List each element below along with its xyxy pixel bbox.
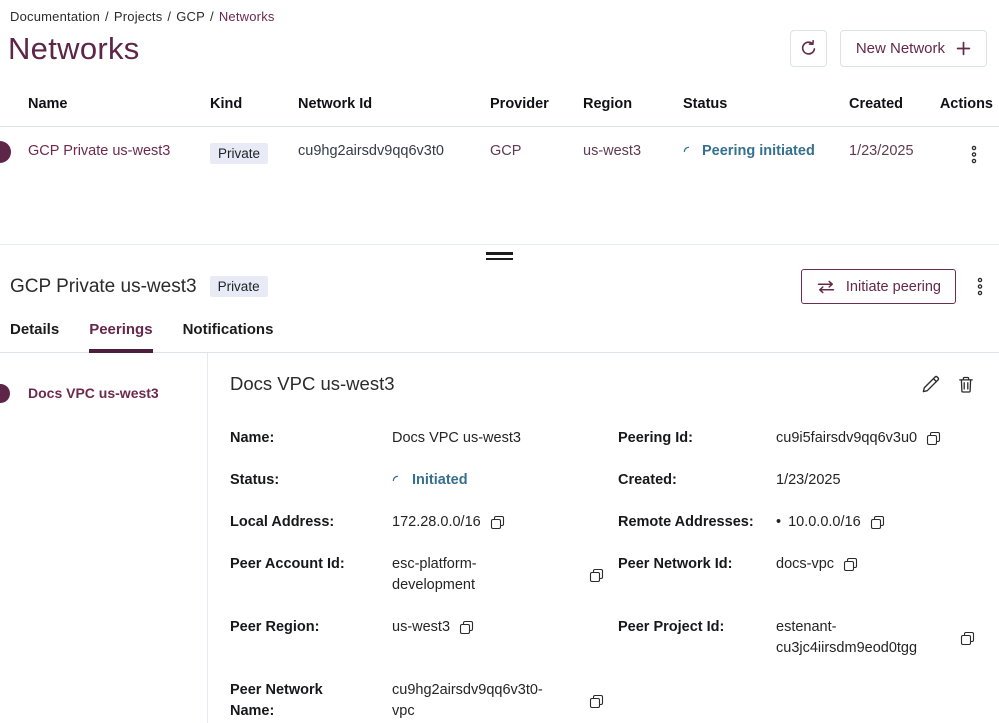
- column-header-name: Name: [0, 88, 210, 127]
- field-label-name: Name:: [230, 428, 392, 449]
- breadcrumb-separator: /: [210, 9, 214, 24]
- copy-icon[interactable]: [589, 568, 604, 583]
- field-label-peer-region: Peer Region:: [230, 617, 392, 638]
- breadcrumb: Documentation / Projects / GCP / Networks: [0, 0, 999, 24]
- column-header-actions: Actions: [939, 88, 999, 127]
- network-type-icon: [0, 141, 11, 163]
- copy-icon[interactable]: [589, 694, 604, 709]
- copy-icon[interactable]: [926, 431, 941, 446]
- status-text: Peering initiated: [702, 143, 815, 159]
- delete-button[interactable]: [956, 374, 976, 395]
- column-header-region: Region: [583, 88, 683, 127]
- field-value-local-address: 172.28.0.0/16: [392, 512, 618, 533]
- kind-badge: Private: [210, 143, 268, 164]
- field-label-peer-network-id: Peer Network Id:: [618, 554, 776, 575]
- copy-icon[interactable]: [870, 515, 885, 530]
- field-value-peer-network-name: cu9hg2airsdv9qq6v3t0-vpc: [392, 680, 618, 722]
- network-kind-cell: Private: [210, 127, 298, 169]
- field-value-peering-id: cu9i5fairsdv9qq6v3u0: [776, 428, 989, 449]
- field-label-peer-project-id: Peer Project Id:: [618, 617, 776, 638]
- field-value-name: Docs VPC us-west3: [392, 428, 618, 449]
- detail-tabs: Details Peerings Notifications: [0, 321, 999, 353]
- peering-detail-panel: Docs VPC us-west3: [208, 353, 999, 723]
- status-cell: Peering initiated: [683, 127, 849, 169]
- table-row: GCP Private us-west3 Private cu9hg2airsd…: [0, 127, 999, 169]
- breadcrumb-current-networks: Networks: [219, 9, 275, 24]
- swap-arrows-icon: [816, 280, 836, 294]
- refresh-icon: [799, 39, 818, 58]
- copy-icon[interactable]: [960, 631, 975, 646]
- detail-kind-badge: Private: [210, 276, 268, 297]
- table-header-row: Name Kind Network Id Provider Region Sta…: [0, 88, 999, 127]
- edit-button[interactable]: [920, 374, 941, 395]
- field-value-status: Initiated: [392, 470, 618, 491]
- column-header-kind: Kind: [210, 88, 298, 127]
- tab-peerings[interactable]: Peerings: [89, 321, 152, 353]
- field-label-peering-id: Peering Id:: [618, 428, 776, 449]
- field-label-local-address: Local Address:: [230, 512, 392, 533]
- breadcrumb-separator: /: [167, 9, 171, 24]
- created-cell: 1/23/2025: [849, 127, 939, 169]
- field-value-peer-project-id: estenant-cu3jc4iirsdm9eod0tgg: [776, 617, 989, 659]
- detail-kebab-menu-button[interactable]: [973, 275, 987, 298]
- new-network-button[interactable]: New Network: [840, 30, 987, 67]
- field-value-remote-addresses: • 10.0.0.0/16: [776, 512, 989, 533]
- column-header-status: Status: [683, 88, 849, 127]
- row-actions-cell: [939, 127, 999, 169]
- field-value-peer-account-id: esc-platform-development: [392, 554, 618, 596]
- column-header-provider: Provider: [490, 88, 583, 127]
- trash-icon: [956, 374, 976, 395]
- tab-details[interactable]: Details: [10, 321, 59, 352]
- copy-icon[interactable]: [459, 620, 474, 635]
- peerings-sidebar: Docs VPC us-west3: [0, 353, 208, 723]
- field-label-peer-network-name: Peer Network Name:: [230, 680, 350, 722]
- field-value-created: 1/23/2025: [776, 470, 989, 491]
- column-header-created: Created: [849, 88, 939, 127]
- page-title: Networks: [8, 31, 140, 67]
- field-value-peer-network-id: docs-vpc: [776, 554, 989, 575]
- sidebar-item-docs-vpc[interactable]: Docs VPC us-west3: [0, 383, 207, 403]
- peering-type-icon: [0, 384, 10, 403]
- field-value-peer-region: us-west3: [392, 617, 618, 638]
- field-label-remote-addresses: Remote Addresses:: [618, 512, 776, 533]
- region-cell: us-west3: [583, 127, 683, 169]
- field-label-status: Status:: [230, 470, 392, 491]
- copy-icon[interactable]: [843, 557, 858, 572]
- bullet: •: [776, 512, 781, 533]
- row-kebab-menu-button[interactable]: [967, 143, 981, 166]
- breadcrumb-documentation[interactable]: Documentation: [10, 9, 100, 24]
- breadcrumb-gcp[interactable]: GCP: [176, 9, 205, 24]
- new-network-label: New Network: [856, 40, 945, 57]
- copy-icon[interactable]: [490, 515, 505, 530]
- network-name-link[interactable]: GCP Private us-west3: [0, 127, 210, 169]
- plus-icon: [956, 41, 971, 56]
- peering-title: Docs VPC us-west3: [230, 373, 395, 395]
- field-label-peer-account-id: Peer Account Id:: [230, 554, 392, 575]
- tab-notifications[interactable]: Notifications: [183, 321, 274, 352]
- network-id-cell: cu9hg2airsdv9qq6v3t0: [298, 127, 490, 169]
- field-label-created: Created:: [618, 470, 776, 491]
- initiate-peering-label: Initiate peering: [846, 279, 941, 295]
- networks-list-pane: Documentation / Projects / GCP / Networks Netw…: [0, 0, 999, 245]
- pencil-icon: [920, 374, 941, 395]
- breadcrumb-separator: /: [105, 9, 109, 24]
- network-detail-pane: GCP Private us-west3 Private Initiate pe…: [0, 267, 999, 723]
- detail-title: GCP Private us-west3: [10, 276, 197, 298]
- networks-table: Name Kind Network Id Provider Region Sta…: [0, 88, 999, 168]
- spinner-icon: [392, 475, 403, 486]
- peering-fields: Name: Docs VPC us-west3 Peering Id: cu9i…: [230, 428, 989, 723]
- column-header-network-id: Network Id: [298, 88, 490, 127]
- refresh-button[interactable]: [790, 30, 827, 67]
- spinner-icon: [683, 146, 694, 157]
- initiate-peering-button[interactable]: Initiate peering: [801, 269, 956, 304]
- sidebar-item-label: Docs VPC us-west3: [28, 385, 159, 401]
- pane-resize-handle[interactable]: [0, 245, 999, 267]
- provider-cell: GCP: [490, 127, 583, 169]
- breadcrumb-projects[interactable]: Projects: [114, 9, 163, 24]
